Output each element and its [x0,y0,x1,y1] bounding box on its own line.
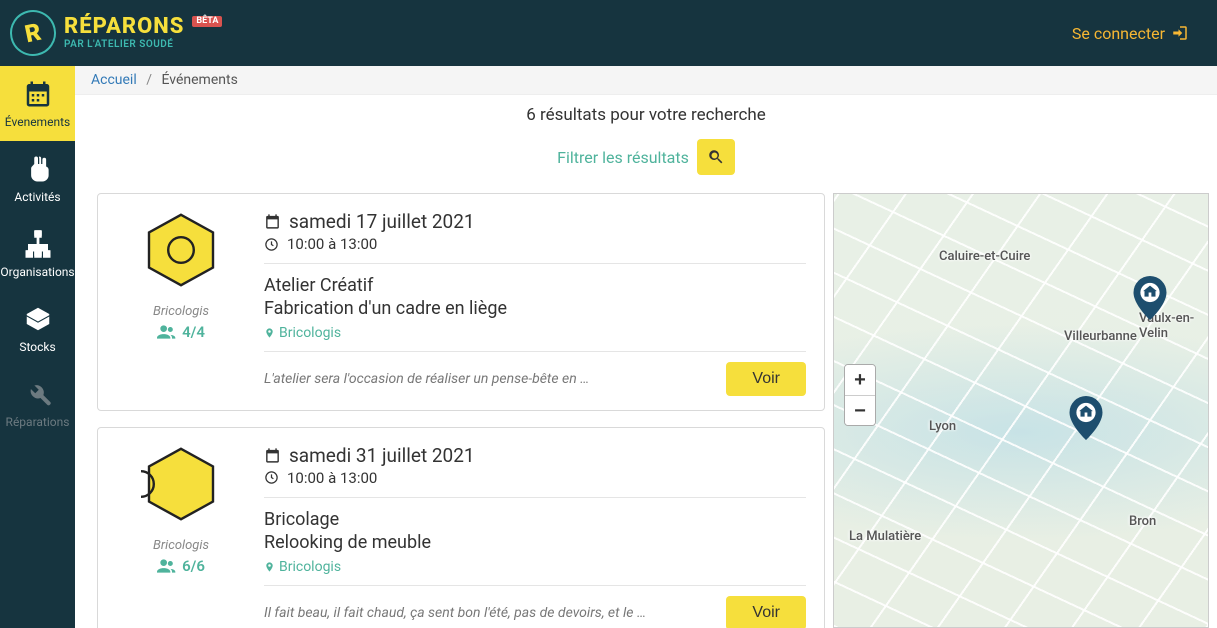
view-event-button[interactable]: Voir [726,362,806,396]
breadcrumb: Accueil / Événements [75,66,1217,95]
event-date: samedi 17 juillet 2021 [289,210,475,233]
results-header: 6 résultats pour votre recherche Filtrer… [75,95,1217,189]
event-location-link[interactable]: Bricologis [264,325,806,341]
event-org: Bricologis [116,538,246,553]
login-label: Se connecter [1072,24,1165,43]
box-icon [23,304,53,334]
attendees-count: 4/4 [182,323,205,341]
sidebar-item-label: Évenements [5,115,70,129]
event-location: Bricologis [279,559,341,575]
event-title-line1: Atelier Créatif [264,274,806,297]
event-date: samedi 31 juillet 2021 [289,444,475,467]
event-card: Bricologis 4/4 samedi 17 juillet 2021 [97,193,825,411]
beta-tag: BÊTA [192,16,222,27]
event-title-line1: Bricolage [264,508,806,531]
attendees-count: 6/6 [182,557,205,575]
event-title-line2: Relooking de meuble [264,531,806,554]
map-city-label: Villeurbanne [1064,329,1137,344]
filter-button[interactable] [697,139,735,175]
breadcrumb-sep: / [146,72,152,88]
users-icon [157,324,177,340]
results-count: 6 résultats pour votre recherche [75,105,1217,125]
view-event-button[interactable]: Voir [726,596,806,628]
brand-logo[interactable]: R RÉPARONS BÊTA PAR L'ATELIER SOUDÉ [10,10,222,56]
event-org: Bricologis [116,304,246,319]
zoom-out-button[interactable]: − [845,395,875,425]
map-city-label: Caluire-et-Cuire [939,249,1030,264]
pin-icon [264,560,275,574]
map-city-label: La Mulatière [849,529,921,544]
filter-label: Filtrer les résultats [557,148,689,167]
event-description: L'atelier sera l'occasion de réaliser un… [264,371,714,387]
search-icon [707,148,725,166]
breadcrumb-current: Événements [162,72,238,88]
login-icon [1171,24,1189,42]
event-list: Bricologis 4/4 samedi 17 juillet 2021 [97,193,825,628]
topbar: R RÉPARONS BÊTA PAR L'ATELIER SOUDÉ Se c… [0,0,1217,66]
event-time: 10:00 à 13:00 [287,235,377,253]
fist-icon [23,154,53,184]
sidebar: Évenements Activités Organisations Stock… [0,66,75,628]
event-card: Bricologis 6/6 samedi 31 juillet 2021 [97,427,825,628]
clock-icon [264,470,279,485]
event-time: 10:00 à 13:00 [287,469,377,487]
main-content: Accueil / Événements 6 résultats pour vo… [75,66,1217,628]
calendar-icon [23,79,53,109]
org-icon [141,444,221,524]
org-icon [141,210,221,290]
calendar-icon [264,447,281,464]
event-attendees: 6/6 [116,557,246,575]
sidebar-item-label: Stocks [19,340,55,354]
map-pin[interactable] [1069,396,1103,440]
event-description: Il fait beau, il fait chaud, ça sent bon… [264,605,714,621]
users-icon [157,558,177,574]
sidebar-item-activities[interactable]: Activités [0,141,75,216]
calendar-icon [264,213,281,230]
pin-icon [264,326,275,340]
sidebar-item-label: Activités [14,190,60,204]
map-city-label: Lyon [929,419,956,434]
sitemap-icon [23,229,53,259]
breadcrumb-home[interactable]: Accueil [91,72,137,88]
event-location-link[interactable]: Bricologis [264,559,806,575]
sidebar-item-events[interactable]: Évenements [0,66,75,141]
map[interactable]: LyonVilleurbanneCaluire-et-CuireVaulx-en… [833,193,1209,628]
event-title-line2: Fabrication d'un cadre en liège [264,297,806,320]
login-link[interactable]: Se connecter [1072,24,1189,43]
sidebar-item-organisations[interactable]: Organisations [0,216,75,291]
brand-sub: PAR L'ATELIER SOUDÉ [64,40,222,50]
sidebar-item-repairs[interactable]: Réparations [0,366,75,441]
map-pin[interactable] [1133,276,1167,320]
sidebar-item-stocks[interactable]: Stocks [0,291,75,366]
map-zoom-control: + − [844,364,876,426]
event-attendees: 4/4 [116,323,246,341]
brand-mark: R [6,6,61,61]
map-city-label: Bron [1129,514,1156,529]
sidebar-item-label: Réparations [6,415,70,429]
zoom-in-button[interactable]: + [845,365,875,395]
event-location: Bricologis [279,325,341,341]
brand-text: RÉPARONS BÊTA PAR L'ATELIER SOUDÉ [64,16,222,50]
brand-main: RÉPARONS [64,14,184,39]
clock-icon [264,237,279,252]
tools-icon [23,379,53,409]
sidebar-item-label: Organisations [0,265,74,279]
